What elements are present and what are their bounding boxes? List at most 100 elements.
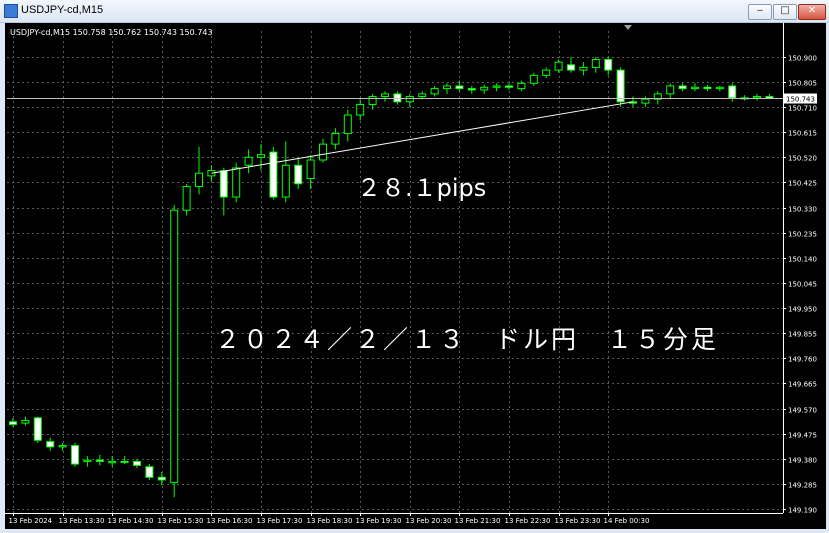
candle-bull (480, 86, 489, 91)
time-tick-label: 13 Feb 2024 (9, 517, 53, 525)
time-tick-label: 13 Feb 20:30 (406, 517, 452, 525)
candle-bull (405, 96, 414, 103)
candle-bear (567, 64, 575, 71)
candle-bull (232, 167, 241, 198)
candle-bear (505, 85, 513, 88)
candle-bear (33, 417, 42, 441)
candle-bear (616, 69, 625, 103)
candle-bear (46, 441, 55, 448)
candle-bull (715, 86, 724, 90)
title-bar[interactable]: USDJPY-cd,M15 ‒ □ ✕ (0, 0, 829, 23)
candle-bull (83, 459, 92, 462)
price-tick-label: 149.285 (788, 482, 817, 490)
terminal-window: USDJPY-cd,M15 ‒ □ ✕ 150.743 150.900 150.8… (0, 0, 829, 533)
price-tick-label: 149.665 (788, 381, 817, 389)
price-tick-label: 150.900 (788, 55, 817, 63)
candle-bull (356, 103, 365, 116)
price-tick-label: 150.425 (788, 180, 817, 188)
candle-bear (145, 466, 154, 478)
price-tick-label: 150.615 (788, 130, 817, 138)
candle-bull (257, 154, 265, 158)
candle-bear (467, 88, 476, 91)
candle-bull (331, 133, 340, 145)
price-tick-label: 150.140 (788, 256, 817, 264)
candle-bull (492, 85, 501, 88)
candle-bull (319, 143, 327, 161)
candle-bear (294, 164, 303, 185)
candle-bull (108, 460, 117, 464)
candle-bear (71, 445, 79, 465)
price-tick-label: 150.330 (788, 206, 817, 214)
close-button[interactable]: ✕ (798, 4, 826, 20)
candle-bull (529, 74, 538, 84)
candle-bull (120, 460, 129, 463)
candle-bull (281, 164, 290, 198)
time-tick-label: 13 Feb 13:30 (59, 517, 105, 525)
candle-bull (753, 96, 761, 99)
app-icon (4, 4, 18, 18)
caption-annotation: ２０２４／２／１３ ドル円 １５分足 (215, 325, 719, 354)
time-tick-label: 13 Feb 19:30 (356, 517, 402, 525)
candle-bear (219, 170, 228, 198)
minimize-button[interactable]: ‒ (748, 4, 772, 20)
candle-bull (58, 445, 67, 448)
time-tick-label: 14 Feb 00:30 (604, 517, 650, 525)
maximize-button[interactable]: □ (773, 4, 797, 20)
candle-bull (591, 59, 600, 68)
time-tick-label: 13 Feb 18:30 (307, 517, 353, 525)
candle-bear (728, 85, 737, 99)
candle-bear (133, 460, 141, 466)
price-tick-label: 149.950 (788, 306, 817, 314)
time-tick-label: 13 Feb 21:30 (455, 517, 501, 525)
candle-bear (9, 421, 17, 425)
price-tick-label: 150.520 (788, 155, 817, 163)
candle-bull (542, 69, 551, 76)
candle-bear (157, 476, 166, 481)
price-tick-label: 149.475 (788, 432, 817, 440)
candle-bear (678, 85, 687, 90)
price-chart[interactable]: 150.743 150.900 150.805 150.710 150.615 150.… (5, 23, 826, 529)
current-price-label: 150.743 (786, 96, 815, 104)
candle-bull (554, 61, 563, 71)
candle-bear (703, 86, 712, 90)
candle-bull (641, 98, 650, 104)
candle-bear (455, 85, 464, 90)
candle-bear (269, 151, 278, 198)
price-tick-label: 149.760 (788, 356, 817, 364)
window-title: USDJPY-cd,M15 (21, 4, 104, 16)
time-tick-label: 13 Feb 22:30 (505, 517, 551, 525)
candle-bull (430, 88, 439, 95)
candle-bull (368, 96, 377, 105)
candle-bull (195, 172, 203, 187)
price-tick-label: 150.045 (788, 281, 817, 289)
candle-bull (170, 209, 179, 484)
price-tick-label: 149.570 (788, 407, 817, 415)
candle-bull (381, 93, 389, 98)
price-tick-label: 150.805 (788, 80, 817, 88)
candle-bear (95, 459, 104, 462)
time-tick-label: 13 Feb 15:30 (158, 517, 204, 525)
candle-bull (517, 82, 526, 90)
candle-bull (244, 156, 253, 166)
price-tick-label: 150.235 (788, 231, 817, 239)
time-tick-label: 13 Feb 14:30 (108, 517, 154, 525)
candle-bear (604, 59, 613, 71)
price-tick-label: 149.855 (788, 331, 817, 339)
candle-bull (443, 85, 451, 90)
candle-bull (418, 93, 427, 98)
chart-header-ohlc: USDJPY-cd,M15 150.758 150.762 150.743 15… (10, 28, 213, 37)
time-tick-label: 13 Feb 17:30 (257, 517, 303, 525)
time-tick-label: 13 Feb 23:30 (555, 517, 601, 525)
chart-canvas[interactable]: 150.743 150.900 150.805 150.710 150.615 150.… (5, 23, 826, 529)
candle-bull (691, 86, 699, 90)
pips-annotation: ２８.１pips (357, 174, 486, 202)
candle-bear (393, 93, 402, 103)
price-tick-label: 149.190 (788, 507, 817, 515)
candle-bull (306, 159, 315, 180)
candle-bull (21, 419, 30, 424)
time-tick-label: 13 Feb 16:30 (207, 517, 253, 525)
price-tick-label: 150.710 (788, 105, 817, 113)
candle-bull (579, 66, 588, 71)
price-tick-label: 149.380 (788, 457, 817, 465)
candle-bull (343, 114, 352, 135)
